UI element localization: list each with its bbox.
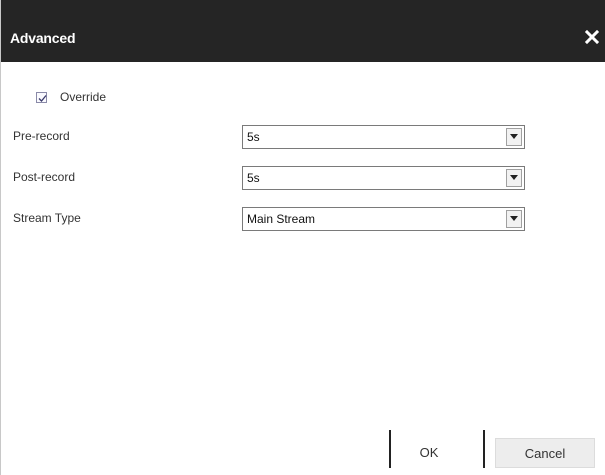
chevron-down-icon	[510, 175, 518, 180]
advanced-dialog: Advanced Override Pre-record 5s Post-rec…	[0, 0, 605, 475]
chevron-down-icon	[510, 216, 518, 221]
footer-divider	[483, 430, 485, 468]
pre-record-select[interactable]: 5s	[242, 125, 525, 149]
stream-type-label: Stream Type	[13, 211, 81, 225]
checkmark-icon	[38, 94, 47, 102]
dialog-title: Advanced	[10, 30, 76, 46]
stream-type-value: Main Stream	[247, 212, 316, 226]
cancel-button[interactable]: Cancel	[495, 438, 595, 468]
pre-record-value: 5s	[247, 130, 260, 144]
override-row: Override	[36, 88, 106, 106]
field-row-pre-record: Pre-record 5s	[13, 125, 525, 149]
close-button[interactable]	[582, 26, 602, 48]
field-row-stream-type: Stream Type Main Stream	[13, 207, 525, 231]
chevron-down-icon	[510, 134, 518, 139]
post-record-value: 5s	[247, 171, 260, 185]
pre-record-label: Pre-record	[13, 129, 70, 143]
post-record-dropdown-button[interactable]	[506, 169, 522, 187]
stream-type-select[interactable]: Main Stream	[242, 207, 525, 231]
post-record-label: Post-record	[13, 170, 76, 184]
dialog-titlebar: Advanced	[1, 0, 605, 62]
field-row-post-record: Post-record 5s	[13, 166, 525, 190]
close-icon	[584, 29, 600, 45]
override-checkbox[interactable]	[36, 91, 47, 103]
stream-type-dropdown-button[interactable]	[506, 210, 522, 228]
override-label: Override	[60, 90, 107, 104]
pre-record-dropdown-button[interactable]	[506, 128, 522, 146]
post-record-select[interactable]: 5s	[242, 166, 525, 190]
ok-button[interactable]: OK	[399, 438, 459, 468]
footer-divider	[389, 430, 391, 468]
